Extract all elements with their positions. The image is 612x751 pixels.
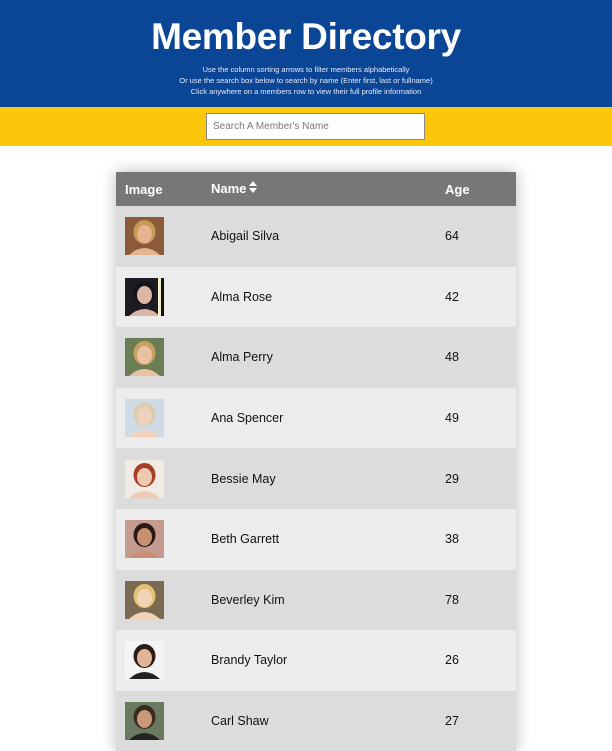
member-age[interactable]: 64 bbox=[445, 206, 516, 267]
member-name[interactable]: Carl Shaw bbox=[211, 690, 445, 751]
member-search-input[interactable] bbox=[206, 113, 425, 140]
member-table: Image Name Age Abigail Silva 64 Alma Rose 4… bbox=[116, 172, 516, 751]
member-image-cell[interactable] bbox=[116, 690, 211, 751]
member-image-cell[interactable] bbox=[116, 630, 211, 691]
member-image-cell[interactable] bbox=[116, 569, 211, 631]
table-header-row: Image Name Age bbox=[116, 172, 516, 206]
member-age[interactable]: 27 bbox=[445, 690, 516, 751]
member-age[interactable]: 48 bbox=[445, 327, 516, 388]
member-image-cell[interactable] bbox=[116, 266, 211, 328]
instruction-line: Or use the search box below to search by… bbox=[179, 76, 433, 85]
instruction-line: Click anywhere on a members row to view … bbox=[190, 87, 422, 96]
member-table-container: Image Name Age Abigail Silva 64 Alma Rose 4… bbox=[116, 172, 516, 751]
member-avatar[interactable] bbox=[125, 520, 164, 559]
member-name[interactable]: Beth Garrett bbox=[211, 508, 445, 570]
member-age[interactable]: 42 bbox=[445, 266, 516, 328]
column-header-name[interactable]: Name bbox=[211, 172, 445, 206]
member-row[interactable]: Alma Perry 48 bbox=[116, 327, 516, 388]
member-row[interactable]: Beverley Kim 78 bbox=[116, 569, 516, 631]
member-row[interactable]: Carl Shaw 27 bbox=[116, 690, 516, 751]
member-image-cell[interactable] bbox=[116, 508, 211, 570]
member-image-cell[interactable] bbox=[116, 387, 211, 449]
member-avatar[interactable] bbox=[125, 580, 164, 619]
page-header: Member Directory Use the column sorting … bbox=[0, 0, 612, 107]
member-row[interactable]: Beth Garrett 38 bbox=[116, 508, 516, 570]
member-name[interactable]: Alma Rose bbox=[211, 266, 445, 328]
member-avatar[interactable] bbox=[125, 641, 164, 680]
member-name[interactable]: Abigail Silva bbox=[211, 206, 445, 267]
column-header-age: Age bbox=[445, 172, 516, 206]
page-title: Member Directory bbox=[151, 16, 461, 57]
member-avatar[interactable] bbox=[125, 277, 164, 316]
member-age[interactable]: 29 bbox=[445, 448, 516, 509]
member-row[interactable]: Ana Spencer 49 bbox=[116, 387, 516, 449]
member-name[interactable]: Alma Perry bbox=[211, 327, 445, 388]
member-image-cell[interactable] bbox=[116, 206, 211, 267]
member-name[interactable]: Beverley Kim bbox=[211, 569, 445, 631]
member-name[interactable]: Brandy Taylor bbox=[211, 630, 445, 691]
member-avatar[interactable] bbox=[125, 459, 164, 498]
member-image-cell[interactable] bbox=[116, 448, 211, 509]
column-header-image: Image bbox=[116, 172, 211, 206]
member-image-cell[interactable] bbox=[116, 327, 211, 388]
member-name[interactable]: Ana Spencer bbox=[211, 387, 445, 449]
member-avatar[interactable] bbox=[125, 702, 164, 741]
member-name[interactable]: Bessie May bbox=[211, 448, 445, 509]
member-avatar[interactable] bbox=[125, 399, 164, 438]
member-avatar[interactable] bbox=[125, 338, 164, 377]
member-age[interactable]: 78 bbox=[445, 569, 516, 631]
instructions: Use the column sorting arrows to filter … bbox=[0, 64, 612, 97]
member-age[interactable]: 26 bbox=[445, 630, 516, 691]
member-age[interactable]: 49 bbox=[445, 387, 516, 449]
member-row[interactable]: Abigail Silva 64 bbox=[116, 206, 516, 267]
member-row[interactable]: Alma Rose 42 bbox=[116, 266, 516, 328]
member-avatar[interactable] bbox=[125, 217, 164, 256]
instruction-line: Use the column sorting arrows to filter … bbox=[202, 65, 410, 74]
sort-arrows-icon[interactable] bbox=[249, 181, 258, 196]
member-age[interactable]: 38 bbox=[445, 508, 516, 570]
member-row[interactable]: Brandy Taylor 26 bbox=[116, 630, 516, 691]
member-row[interactable]: Bessie May 29 bbox=[116, 448, 516, 509]
column-header-name-label: Name bbox=[211, 180, 247, 196]
search-bar bbox=[0, 107, 612, 146]
